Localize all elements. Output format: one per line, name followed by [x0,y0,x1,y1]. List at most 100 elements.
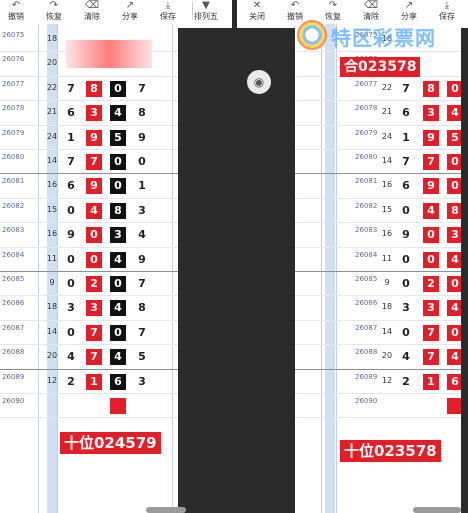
digit-cell[interactable]: 4 [86,202,102,219]
digit-cell[interactable] [134,398,150,414]
digit-cell[interactable]: 3 [398,300,414,316]
digit-cell[interactable]: 0 [110,178,126,195]
undo-button[interactable]: ↶ 撤销 [279,0,311,22]
digit-cell[interactable]: 3 [423,105,439,122]
redo-button[interactable]: ↷ 恢复 [317,0,349,22]
clear-button[interactable]: ⌫ 清除 [76,0,108,22]
digit-cell[interactable]: 4 [110,251,126,268]
digit-cell[interactable]: 0 [423,251,439,268]
digit-cell[interactable]: 0 [63,325,79,341]
digit-cell[interactable]: 3 [110,227,126,244]
digit-cell[interactable]: 4 [63,349,79,365]
digit-cell[interactable]: 7 [86,154,102,170]
digit-cell[interactable]: 3 [86,105,102,122]
digit-cell[interactable]: 3 [134,374,150,390]
digit-cell[interactable]: 8 [423,80,439,97]
digit-cell[interactable]: 4 [110,349,126,366]
digit-cell[interactable]: 2 [63,374,79,390]
digit-cell[interactable]: 8 [134,105,150,121]
share-button[interactable]: ↗ 分享 [393,0,425,22]
digit-cell[interactable]: 2 [86,276,102,292]
digit-cell[interactable]: 1 [63,130,79,146]
digit-cell[interactable] [423,398,439,414]
digit-cell[interactable]: 3 [423,300,439,317]
digit-cell[interactable]: 3 [63,300,79,316]
digit-cell[interactable]: 0 [398,252,414,268]
digit-cell[interactable]: 7 [134,325,150,341]
close-button[interactable]: ✕ 关闭 [241,0,273,22]
digit-cell[interactable]: 0 [398,203,414,219]
digit-cell[interactable]: 4 [423,202,439,219]
digit-cell[interactable]: 4 [398,349,414,365]
digit-cell[interactable]: 9 [86,129,102,146]
digit-cell[interactable]: 0 [398,276,414,292]
digit-cell[interactable]: 0 [86,251,102,268]
digit-cell[interactable]: 2 [423,276,439,292]
digit-cell[interactable]: 0 [63,276,79,292]
digit-cell[interactable]: 1 [398,130,414,146]
left-scroll-indicator[interactable] [146,507,186,513]
digit-cell[interactable]: 0 [398,325,414,341]
digit-cell[interactable]: 7 [398,154,414,170]
right-scroll-indicator[interactable] [413,507,461,513]
digit-cell[interactable]: 7 [63,154,79,170]
digit-cell[interactable]: 5 [110,129,126,146]
digit-cell[interactable]: 8 [110,202,126,219]
digit-cell[interactable]: 9 [63,227,79,243]
digit-cell[interactable]: 7 [86,349,102,366]
digit-cell[interactable]: 9 [398,227,414,243]
digit-cell[interactable]: 0 [86,227,102,244]
digit-cell[interactable]: 7 [398,81,414,97]
save-button[interactable]: ⤓ 保存 [152,0,184,22]
dropdown-button[interactable]: ▼ 排列五 [190,0,222,22]
digit-cell[interactable]: 6 [398,178,414,194]
save-button[interactable]: ⤓ 保存 [431,0,463,22]
digit-cell[interactable]: 7 [134,81,150,97]
digit-cell[interactable]: 0 [134,154,150,170]
digit-cell[interactable]: 9 [86,178,102,195]
digit-cell[interactable] [398,398,414,414]
digit-cell[interactable]: 0 [63,203,79,219]
digit-cell[interactable]: 4 [134,227,150,243]
clear-button[interactable]: ⌫ 清除 [355,0,387,22]
digit-cell[interactable] [423,56,439,72]
digit-cell[interactable]: 7 [134,276,150,292]
redo-button[interactable]: ↷ 恢复 [38,0,70,22]
digit-cell[interactable] [86,398,102,414]
digit-cell[interactable]: 0 [63,252,79,268]
digit-cell[interactable]: 1 [134,178,150,194]
digit-cell[interactable]: 6 [63,105,79,121]
digit-cell[interactable]: 4 [110,105,126,122]
digit-cell[interactable]: 0 [423,227,439,244]
digit-cell[interactable]: 9 [134,130,150,146]
digit-cell[interactable]: 3 [134,203,150,219]
digit-cell[interactable]: 8 [134,300,150,316]
digit-cell[interactable]: 0 [110,154,126,170]
digit-cell[interactable]: 9 [423,129,439,146]
digit-cell[interactable]: 1 [423,373,439,390]
digit-cell[interactable]: 7 [86,324,102,341]
undo-button[interactable]: ↶ 撤销 [0,0,32,22]
digit-cell[interactable]: 7 [63,81,79,97]
share-button[interactable]: ↗ 分享 [114,0,146,22]
digit-cell[interactable]: 0 [110,276,126,292]
prediction-marker[interactable] [110,398,126,414]
digit-cell[interactable]: 0 [110,324,126,341]
digit-cell[interactable]: 3 [86,300,102,317]
digit-cell[interactable]: 2 [398,374,414,390]
digit-cell[interactable]: 6 [63,178,79,194]
eye-icon[interactable]: ◉ [247,70,271,94]
digit-cell[interactable] [63,398,79,414]
digit-cell[interactable]: 8 [86,80,102,97]
digit-cell[interactable]: 1 [86,373,102,390]
digit-cell[interactable]: 5 [134,349,150,365]
digit-cell[interactable]: 7 [423,349,439,366]
digit-cell[interactable]: 0 [110,80,126,97]
digit-cell[interactable]: 6 [110,373,126,390]
digit-cell[interactable]: 9 [423,178,439,195]
digit-cell[interactable]: 7 [423,324,439,341]
digit-cell[interactable]: 4 [110,300,126,317]
digit-cell[interactable]: 7 [423,154,439,170]
digit-cell[interactable]: 6 [398,105,414,121]
digit-cell[interactable]: 9 [134,252,150,268]
